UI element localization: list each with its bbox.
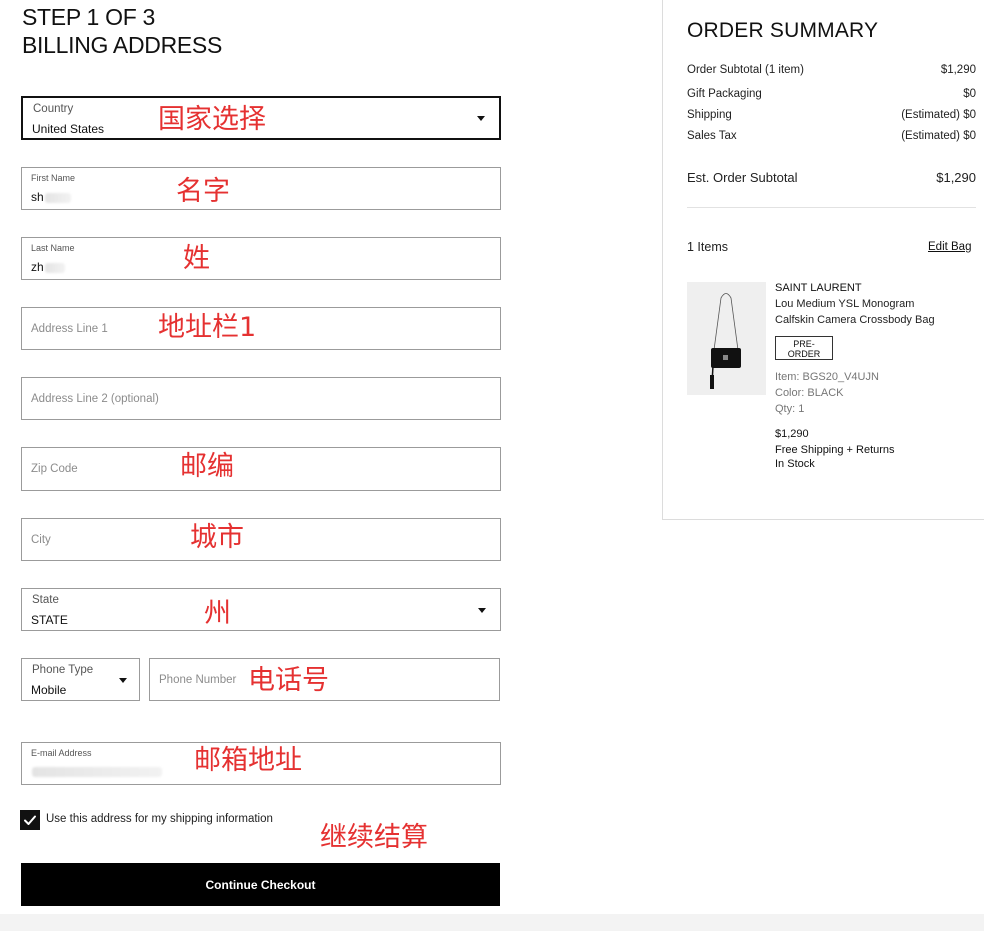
phone-type-label: Phone Type [32, 664, 94, 676]
phone-type-value: Mobile [31, 683, 67, 697]
page-title: STEP 1 OF 3 BILLING ADDRESS [22, 3, 222, 59]
order-summary-panel: ORDER SUMMARY Order Subtotal (1 item) $1… [662, 0, 984, 520]
summary-row-label: Order Subtotal (1 item) [687, 64, 804, 76]
product-price: $1,290 [775, 428, 809, 440]
summary-row-label: Shipping [687, 109, 732, 121]
product-stock: In Stock [775, 458, 815, 470]
last-name-field[interactable]: Last Name zh [21, 237, 501, 280]
product-brand: SAINT LAURENT [775, 282, 862, 294]
state-select[interactable]: State STATE [21, 588, 501, 631]
last-name-value: zh [31, 260, 44, 274]
annotation-continue: 继续结算 [320, 822, 428, 853]
city-placeholder: City [31, 533, 51, 546]
use-for-shipping-label: Use this address for my shipping informa… [46, 813, 273, 825]
country-label: Country [33, 103, 74, 115]
last-name-label: Last Name [31, 243, 75, 253]
summary-divider [687, 207, 976, 208]
annotation-zip: 邮编 [180, 451, 234, 482]
annotation-first-name: 名字 [176, 176, 230, 207]
summary-row-value: (Estimated) $0 [901, 130, 976, 142]
phone-type-select[interactable]: Phone Type Mobile [21, 658, 140, 701]
annotation-country: 国家选择 [158, 104, 266, 135]
order-summary-title: ORDER SUMMARY [687, 19, 879, 42]
annotation-address-1: 地址栏1 [158, 312, 257, 343]
pre-order-badge: PRE- ORDER [775, 336, 833, 360]
summary-row-label: Sales Tax [687, 130, 737, 142]
redacted-blur [44, 192, 71, 203]
address-line-1-field[interactable]: Address Line 1 [21, 307, 501, 350]
summary-row-value: $1,290 [940, 64, 976, 76]
items-count: 1 Items [687, 240, 728, 254]
zip-code-field[interactable]: Zip Code [21, 447, 501, 491]
redacted-blur [32, 767, 162, 777]
summary-row-value: $0 [963, 88, 976, 100]
last-name-value-wrap: zh [31, 260, 65, 274]
product-qty: Qty: 1 [775, 403, 805, 415]
summary-total-label: Est. Order Subtotal [687, 170, 798, 185]
annotation-phone: 电话号 [248, 665, 329, 696]
state-label: State [32, 594, 59, 606]
checkmark-icon [24, 815, 36, 825]
section-heading: BILLING ADDRESS [22, 32, 223, 58]
summary-row-label: Gift Packaging [687, 88, 762, 100]
address-line-2-field[interactable]: Address Line 2 (optional) [21, 377, 501, 420]
address-line-2-placeholder: Address Line 2 (optional) [31, 392, 159, 405]
summary-row-value: (Estimated) $0 [901, 109, 976, 121]
chevron-down-icon [477, 116, 485, 121]
country-value: United States [32, 122, 105, 136]
first-name-field[interactable]: First Name sh [21, 167, 501, 210]
product-name-line: Lou Medium YSL Monogram [775, 298, 915, 310]
product-shipping: Free Shipping + Returns [775, 444, 895, 456]
page-footer-strip [0, 914, 984, 931]
edit-bag-link[interactable]: Edit Bag [928, 241, 971, 253]
use-for-shipping-checkbox[interactable] [20, 810, 40, 830]
product-item-code: Item: BGS20_V4UJN [775, 371, 879, 383]
first-name-value-wrap: sh [31, 190, 71, 204]
continue-checkout-button[interactable]: Continue Checkout [21, 863, 500, 906]
summary-total-value: $1,290 [936, 170, 976, 185]
redacted-blur [44, 262, 65, 273]
chevron-down-icon [478, 607, 486, 613]
badge-line: PRE- [793, 339, 815, 349]
annotation-email: 邮箱地址 [194, 745, 302, 776]
badge-line: ORDER [787, 349, 821, 359]
annotation-last-name: 姓 [183, 243, 210, 274]
state-value: STATE [31, 613, 68, 627]
annotation-state: 州 [204, 598, 231, 629]
city-field[interactable]: City [21, 518, 501, 561]
crossbody-bag-icon [710, 293, 741, 389]
product-name-line: Calfskin Camera Crossbody Bag [775, 314, 935, 326]
product-name[interactable]: Lou Medium YSL Monogram Calfskin Camera … [775, 296, 935, 328]
step-indicator: STEP 1 OF 3 [22, 4, 156, 30]
email-label: E-mail Address [31, 748, 92, 758]
annotation-city: 城市 [190, 522, 244, 553]
address-line-1-placeholder: Address Line 1 [31, 322, 108, 335]
zip-code-placeholder: Zip Code [31, 463, 78, 475]
product-image[interactable] [687, 282, 766, 395]
phone-number-placeholder: Phone Number [159, 673, 237, 686]
first-name-label: First Name [31, 173, 76, 183]
first-name-value: sh [31, 190, 44, 204]
chevron-down-icon [119, 677, 127, 683]
product-color: Color: BLACK [775, 387, 844, 399]
